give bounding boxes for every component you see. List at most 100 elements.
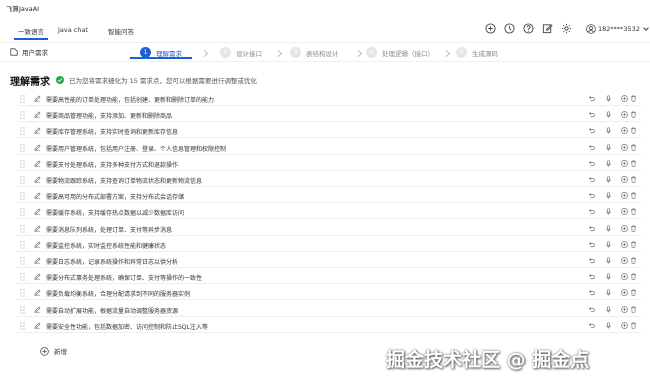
pencil-icon[interactable] <box>34 257 41 264</box>
microphone-icon[interactable] <box>605 127 612 134</box>
microphone-icon[interactable] <box>605 95 612 102</box>
microphone-icon[interactable] <box>605 192 612 199</box>
drag-handle-icon[interactable] <box>20 95 25 103</box>
undo-icon[interactable] <box>588 144 595 151</box>
drag-handle-icon[interactable] <box>20 257 25 265</box>
delete-icon[interactable] <box>630 144 637 151</box>
help-icon[interactable] <box>522 22 534 34</box>
pencil-icon[interactable] <box>34 95 41 102</box>
undo-icon[interactable] <box>588 176 595 183</box>
undo-icon[interactable] <box>588 160 595 167</box>
drag-handle-icon[interactable] <box>20 273 25 281</box>
add-icon[interactable] <box>621 240 628 248</box>
drag-handle-icon[interactable] <box>20 322 25 330</box>
add-icon[interactable] <box>621 159 628 167</box>
requirement-row[interactable]: 需要日志系统，记录系统操作和异常日志以供分析 <box>16 254 642 268</box>
microphone-icon[interactable] <box>605 257 612 264</box>
requirement-text[interactable]: 需要物流跟踪系统，支持查询订单物流状态和更新物流信息 <box>46 176 202 185</box>
tab-1[interactable]: Java chat <box>58 26 88 34</box>
add-icon[interactable] <box>621 192 628 200</box>
requirement-row[interactable]: 需要支付处理系统，支持多种支付方式和退款操作 <box>16 157 642 171</box>
undo-icon[interactable] <box>588 257 595 264</box>
undo-icon[interactable] <box>588 111 595 118</box>
add-icon[interactable] <box>621 111 628 119</box>
requirement-row[interactable]: 需要高性能的订单处理功能，包括创建、更新和删除订单的能力 <box>16 92 642 106</box>
requirement-text[interactable]: 需要用户管理系统，包括用户注册、登录、个人信息管理和权限控制 <box>46 144 226 153</box>
undo-icon[interactable] <box>588 289 595 296</box>
requirement-text[interactable]: 需要负载均衡系统，合理分配请求到不同的服务器实例 <box>46 289 190 298</box>
requirement-row[interactable]: 需要自动扩展功能，根据流量自动调整服务器资源 <box>16 303 642 317</box>
requirement-text[interactable]: 需要监控系统，实时监控系统性能和健康状态 <box>46 241 166 250</box>
delete-icon[interactable] <box>630 111 637 118</box>
add-icon[interactable] <box>621 208 628 216</box>
undo-icon[interactable] <box>588 127 595 134</box>
add-icon[interactable] <box>621 143 628 151</box>
add-icon[interactable] <box>621 273 628 281</box>
microphone-icon[interactable] <box>605 224 612 232</box>
drag-handle-icon[interactable] <box>20 160 25 168</box>
pencil-icon[interactable] <box>34 111 41 119</box>
microphone-icon[interactable] <box>605 241 612 248</box>
user-menu[interactable]: 182****3532 <box>586 24 649 34</box>
requirement-row[interactable]: 需要库存管理系统，支持实时查询和更新库存信息 <box>16 124 642 139</box>
pencil-icon[interactable] <box>34 144 41 151</box>
add-requirement-button[interactable]: 新增 <box>40 346 67 356</box>
pencil-icon[interactable] <box>34 127 41 135</box>
requirement-text[interactable]: 需要消息队列系统，处理订单、支付等异步消息 <box>46 225 172 234</box>
undo-icon[interactable] <box>588 241 595 248</box>
undo-icon[interactable] <box>588 208 595 215</box>
pencil-icon[interactable] <box>34 160 41 167</box>
delete-icon[interactable] <box>630 127 637 135</box>
drag-handle-icon[interactable] <box>20 241 25 249</box>
add-icon[interactable] <box>621 95 628 102</box>
undo-icon[interactable] <box>588 322 595 329</box>
add-icon[interactable] <box>621 257 628 264</box>
requirement-row[interactable]: 需要高可用的分布式部署方案，支持分布式会话存储 <box>16 189 642 204</box>
delete-icon[interactable] <box>630 192 637 199</box>
add-icon[interactable] <box>621 321 628 329</box>
requirement-text[interactable]: 需要高可用的分布式部署方案，支持分布式会话存储 <box>46 192 184 201</box>
delete-icon[interactable] <box>630 306 637 313</box>
step-5[interactable]: 5 生成源码 <box>456 47 498 58</box>
undo-icon[interactable] <box>588 225 595 232</box>
step-3[interactable]: 3 表结构设计 <box>290 47 339 58</box>
pencil-icon[interactable] <box>34 208 41 216</box>
requirement-text[interactable]: 需要缓存系统，支持缓存热点数据以减少数据库访问 <box>46 208 184 217</box>
pencil-icon[interactable] <box>34 289 41 297</box>
requirement-row[interactable]: 需要负载均衡系统，合理分配请求到不同的服务器实例 <box>16 286 642 301</box>
add-icon[interactable] <box>621 224 628 232</box>
delete-icon[interactable] <box>630 208 637 216</box>
delete-icon[interactable] <box>630 160 637 167</box>
undo-icon[interactable] <box>588 192 595 199</box>
requirement-text[interactable]: 需要自动扩展功能，根据流量自动调整服务器资源 <box>46 306 178 315</box>
requirement-text[interactable]: 需要高性能的订单处理功能，包括创建、更新和删除订单的能力 <box>46 95 214 104</box>
settings-icon[interactable] <box>560 22 572 34</box>
microphone-icon[interactable] <box>605 160 612 167</box>
step-4[interactable]: 4 处理逻辑（接口） <box>366 47 434 58</box>
plus-circle-icon[interactable] <box>484 22 496 34</box>
drag-handle-icon[interactable] <box>20 224 25 233</box>
requirement-text[interactable]: 需要库存管理系统，支持实时查询和更新库存信息 <box>46 127 178 136</box>
add-icon[interactable] <box>621 289 628 297</box>
pencil-icon[interactable] <box>34 273 41 281</box>
drag-handle-icon[interactable] <box>20 289 25 297</box>
requirement-row[interactable]: 需要用户管理系统，包括用户注册、登录、个人信息管理和权限控制 <box>16 141 642 155</box>
microphone-icon[interactable] <box>605 273 612 280</box>
delete-icon[interactable] <box>630 289 637 297</box>
pencil-icon[interactable] <box>34 322 41 329</box>
step-2[interactable]: 2 设计接口 <box>220 47 262 58</box>
delete-icon[interactable] <box>630 273 637 280</box>
drag-handle-icon[interactable] <box>20 127 25 135</box>
microphone-icon[interactable] <box>605 111 612 118</box>
drag-handle-icon[interactable] <box>20 111 25 119</box>
undo-icon[interactable] <box>588 306 595 313</box>
delete-icon[interactable] <box>630 257 637 264</box>
delete-icon[interactable] <box>630 95 637 102</box>
pencil-icon[interactable] <box>34 176 41 183</box>
microphone-icon[interactable] <box>605 208 612 215</box>
requirement-text[interactable]: 需要安全性功能，包括数据加密、访问控制和防止SQL注入等 <box>46 322 208 331</box>
requirement-text[interactable]: 需要商品管理功能，支持添加、更新和删除商品 <box>46 111 172 120</box>
delete-icon[interactable] <box>630 322 637 329</box>
pencil-icon[interactable] <box>34 192 41 200</box>
requirement-row[interactable]: 需要商品管理功能，支持添加、更新和删除商品 <box>16 108 642 123</box>
